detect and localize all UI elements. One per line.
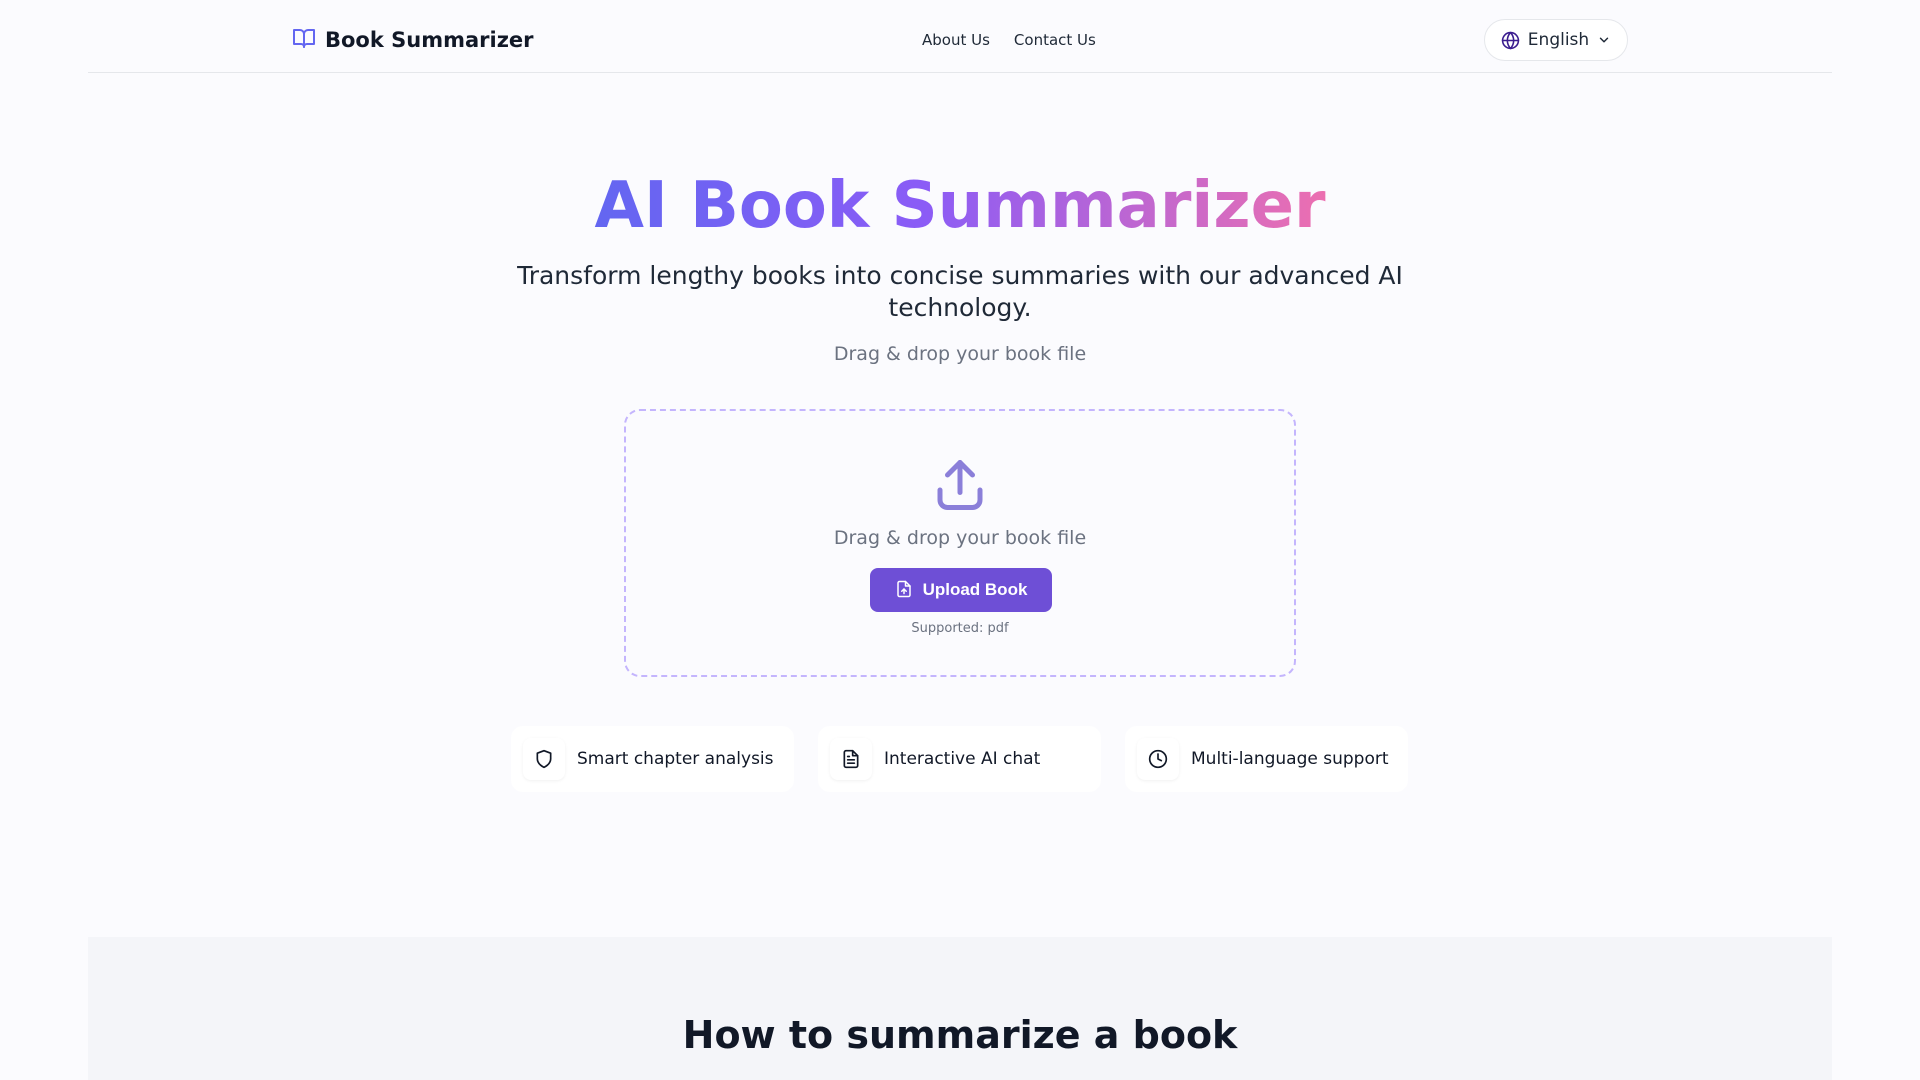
main-nav: About Us Contact Us	[922, 31, 1096, 49]
page-title: AI Book Summarizer	[594, 169, 1326, 243]
site-header: Book Summarizer About Us Contact Us Engl…	[88, 0, 1832, 73]
upload-book-label: Upload Book	[922, 580, 1028, 599]
feature-list: Smart chapter analysis Interactive AI ch…	[511, 726, 1408, 792]
feature-label: Interactive AI chat	[884, 749, 1041, 769]
feature-card: Multi-language support	[1125, 726, 1408, 792]
nav-link-contact-us[interactable]: Contact Us	[1014, 31, 1096, 49]
hero-subtitle: Transform lengthy books into concise sum…	[517, 261, 1403, 322]
document-icon	[830, 738, 872, 780]
chevron-down-icon	[1597, 33, 1611, 47]
upload-book-button[interactable]: Upload Book	[870, 568, 1052, 612]
globe-icon	[1501, 31, 1520, 50]
language-label: English	[1527, 30, 1590, 50]
how-to-section: How to summarize a book	[88, 937, 1832, 1080]
clock-icon	[1137, 738, 1179, 780]
file-plus-icon	[895, 579, 913, 602]
upload-icon	[930, 455, 990, 519]
section-title: How to summarize a book	[682, 1013, 1238, 1057]
feature-label: Multi-language support	[1191, 749, 1389, 769]
language-selector[interactable]: English	[1484, 19, 1628, 61]
dropzone-text: Drag & drop your book file	[833, 527, 1087, 549]
feature-label: Smart chapter analysis	[577, 749, 774, 769]
nav-link-about-us[interactable]: About Us	[922, 31, 990, 49]
feature-card: Interactive AI chat	[818, 726, 1101, 792]
drag-drop-hint: Drag & drop your book file	[833, 343, 1087, 365]
feature-card: Smart chapter analysis	[511, 726, 794, 792]
brand-logo[interactable]: Book Summarizer	[292, 26, 534, 54]
shield-icon	[523, 738, 565, 780]
brand-name: Book Summarizer	[325, 28, 534, 52]
book-open-icon	[292, 26, 316, 54]
supported-formats: Supported: pdf	[911, 621, 1009, 636]
file-dropzone[interactable]: Drag & drop your book file Upload Book S…	[624, 409, 1296, 677]
